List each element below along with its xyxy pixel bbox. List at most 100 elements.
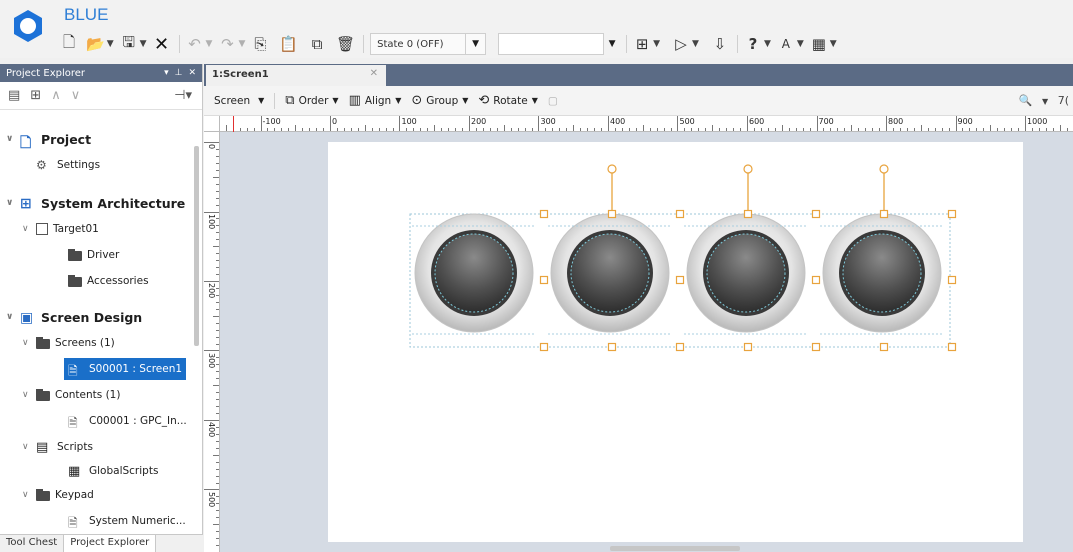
panel-menu-icon[interactable]: ▾: [164, 68, 169, 78]
round-button[interactable]: [414, 213, 534, 333]
tree-item[interactable]: ∨ Keypad: [22, 484, 94, 506]
order-menu[interactable]: ⧉ Order ▼: [285, 93, 338, 108]
run-icon[interactable]: ▷: [672, 33, 690, 55]
grid-dropdown-icon[interactable]: ▼: [830, 39, 837, 49]
font-size-dropdown-icon[interactable]: ▼: [797, 39, 804, 49]
resize-handle[interactable]: [811, 209, 821, 219]
resize-handle[interactable]: [879, 342, 889, 352]
tree-item[interactable]: ∨ Screens (1): [22, 332, 115, 354]
move-up-icon[interactable]: ∧: [51, 88, 61, 103]
chevron-down-icon[interactable]: ∨: [6, 134, 20, 144]
resize-handle[interactable]: [947, 275, 957, 285]
tree-item[interactable]: 🗎 C00001 : GPC_In...: [68, 410, 187, 432]
project-tree-scrollbar[interactable]: [194, 146, 199, 346]
tree-item[interactable]: ∨ ▣ Screen Design: [6, 306, 142, 328]
open-dropdown-icon[interactable]: ▼: [107, 39, 114, 49]
redo-dropdown-icon[interactable]: ▼: [238, 39, 245, 49]
add-item-icon[interactable]: ⊞: [30, 88, 41, 103]
resize-handle[interactable]: [811, 275, 821, 285]
run-dropdown-icon[interactable]: ▼: [692, 39, 699, 49]
delete-icon[interactable]: 🗑: [336, 33, 355, 55]
language-dropdown-icon[interactable]: ▼: [604, 33, 620, 55]
chevron-down-icon[interactable]: ∨: [22, 224, 36, 234]
grid-icon[interactable]: ▦: [810, 33, 828, 55]
language-combo[interactable]: [498, 33, 605, 55]
undo-icon[interactable]: ↶: [186, 33, 204, 55]
new-file-icon[interactable]: 🗋: [60, 33, 78, 55]
copy-icon[interactable]: ⎘: [251, 33, 269, 55]
save-icon[interactable]: 🖫: [120, 33, 138, 55]
group-menu[interactable]: ⊙ Group ▼: [411, 93, 468, 108]
tree-item[interactable]: Accessories: [68, 270, 149, 292]
round-button[interactable]: [822, 213, 942, 333]
chevron-down-icon[interactable]: ∨: [22, 490, 36, 500]
help-dropdown-icon[interactable]: ▼: [764, 39, 771, 49]
properties-icon[interactable]: ▤: [8, 88, 20, 103]
resize-handle[interactable]: [947, 209, 957, 219]
resize-handle[interactable]: [743, 209, 753, 219]
close-icon[interactable]: ✕: [153, 33, 171, 55]
tab-project-explorer[interactable]: Project Explorer: [63, 535, 157, 552]
undo-dropdown-icon[interactable]: ▼: [206, 39, 213, 49]
tab-close-icon[interactable]: ✕: [370, 68, 378, 79]
redo-icon[interactable]: ↷: [218, 33, 236, 55]
tree-item[interactable]: 🗎 S00001 : Screen1: [64, 358, 187, 380]
resize-handle[interactable]: [675, 342, 685, 352]
tree-item[interactable]: Driver: [68, 244, 119, 266]
screen-menu[interactable]: Screen ▼: [214, 95, 264, 107]
align-menu[interactable]: ▥ Align ▼: [349, 93, 402, 108]
resize-handle[interactable]: [879, 209, 889, 219]
download-icon[interactable]: ⇩: [711, 33, 729, 55]
duplicate-icon[interactable]: ⧉: [308, 33, 326, 55]
pin-icon[interactable]: ⊥: [175, 68, 183, 78]
rotate-handle[interactable]: [607, 164, 617, 174]
resize-handle[interactable]: [675, 209, 685, 219]
canvas-area[interactable]: [220, 132, 1073, 552]
help-icon[interactable]: ?: [744, 33, 762, 55]
resize-handle[interactable]: [675, 275, 685, 285]
tree-item[interactable]: ∨ ▤ Scripts: [22, 436, 93, 458]
chevron-down-icon[interactable]: ∨: [22, 390, 36, 400]
tree-item[interactable]: ∨ 🗋 Project: [6, 128, 91, 152]
state-dropdown-icon[interactable]: ▼: [466, 33, 487, 55]
rotate-handle[interactable]: [743, 164, 753, 174]
resize-handle[interactable]: [539, 275, 549, 285]
tree-item[interactable]: ∨ Target01: [22, 218, 99, 240]
tab-tool-chest[interactable]: Tool Chest: [0, 535, 63, 552]
tab-screen1[interactable]: 1:Screen1 ✕: [206, 65, 386, 86]
open-folder-icon[interactable]: 📂: [86, 33, 105, 55]
chevron-down-icon[interactable]: ∨: [6, 198, 20, 208]
paste-icon[interactable]: 📋: [279, 33, 298, 55]
resize-handle[interactable]: [607, 209, 617, 219]
chevron-down-icon[interactable]: ∨: [22, 338, 36, 348]
resize-handle[interactable]: [947, 342, 957, 352]
state-select[interactable]: State 0 (OFF): [370, 33, 467, 55]
tree-item[interactable]: ⚙ Settings: [36, 154, 100, 176]
panel-close-icon[interactable]: ✕: [188, 68, 196, 78]
tree-item[interactable]: 🗎 System Numeric...: [68, 510, 186, 530]
pin-options-icon[interactable]: ⊣▾: [174, 88, 192, 103]
rotate-handle[interactable]: [879, 164, 889, 174]
tree-item[interactable]: ∨ Contents (1): [22, 384, 120, 406]
resize-handle[interactable]: [539, 342, 549, 352]
resize-handle[interactable]: [607, 342, 617, 352]
round-button[interactable]: [686, 213, 806, 333]
lock-icon[interactable]: ▢: [548, 95, 558, 107]
layout-dropdown-icon[interactable]: ▼: [653, 39, 660, 49]
rotate-menu[interactable]: ⟲ Rotate ▼: [478, 93, 537, 108]
horizontal-scrollbar[interactable]: [610, 546, 740, 551]
round-button[interactable]: [550, 213, 670, 333]
tree-item[interactable]: ▦ GlobalScripts: [68, 460, 158, 482]
chevron-down-icon[interactable]: ∨: [6, 312, 20, 322]
resize-handle[interactable]: [743, 342, 753, 352]
screen-page[interactable]: [328, 142, 1023, 542]
resize-handle[interactable]: [811, 342, 821, 352]
font-size-icon[interactable]: A: [777, 33, 795, 55]
chevron-down-icon[interactable]: ∨: [22, 442, 36, 452]
save-dropdown-icon[interactable]: ▼: [140, 39, 147, 49]
move-down-icon[interactable]: ∨: [71, 88, 81, 103]
resize-handle[interactable]: [539, 209, 549, 219]
tree-item[interactable]: ∨ ⊞ System Architecture: [6, 192, 185, 214]
layout-icon[interactable]: ⊞: [633, 33, 651, 55]
zoom-control[interactable]: 🔍 ▼ 7(: [1019, 94, 1069, 107]
